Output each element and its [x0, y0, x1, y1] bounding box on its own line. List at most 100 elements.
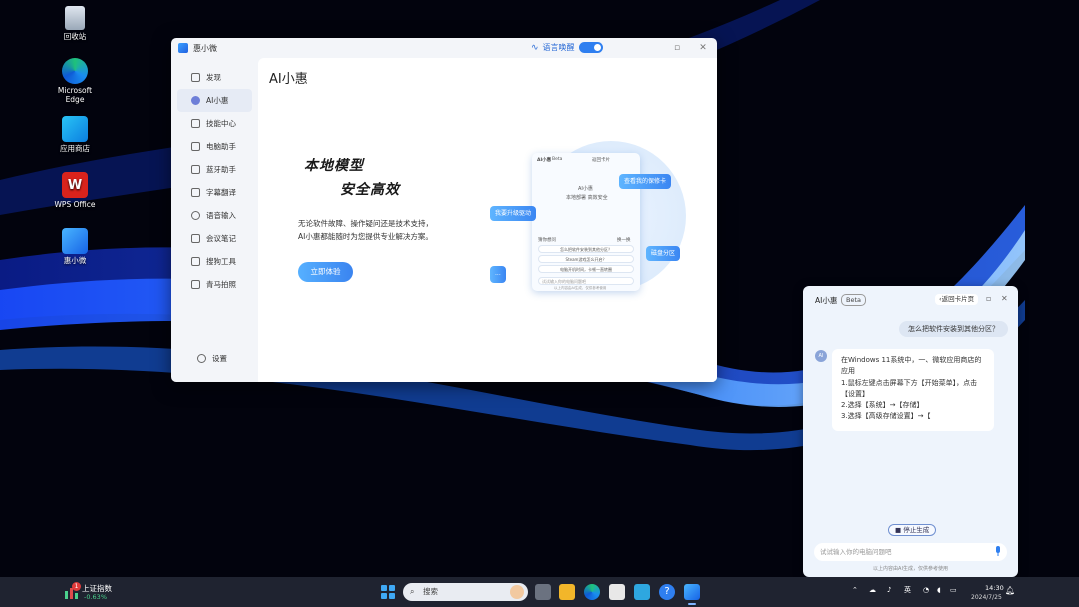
window-title: 惠小微: [193, 43, 217, 53]
bluetooth-icon: [191, 165, 200, 174]
stock-change: -0.63%: [84, 593, 107, 601]
illustration-footer: 以上内容由AI生成，仅供参考使用: [554, 286, 607, 290]
computer-icon: [191, 142, 200, 151]
sidebar-item-label: 青马拍照: [206, 280, 236, 289]
language-wake-toggle[interactable]: [578, 42, 603, 53]
battery-icon[interactable]: ▭: [950, 586, 957, 594]
desktop-icon-recycle-bin[interactable]: 回收站: [51, 6, 99, 41]
sidebar-item-ai[interactable]: AI小惠: [177, 89, 252, 112]
chat-panel-title: AI小惠: [815, 296, 838, 305]
app-icon[interactable]: [634, 584, 650, 600]
language-wake-control: ∿ 语言唤醒: [531, 42, 603, 53]
desktop-icon-label: 回收站: [63, 32, 87, 41]
sidebar-item-notes[interactable]: 会议笔记: [177, 227, 252, 250]
chat-input[interactable]: 试试输入你的电脑问题吧: [814, 543, 1007, 561]
answer-line: 应用: [841, 367, 855, 376]
illustration-recommend-label: 猜你想问: [538, 238, 556, 243]
huixiaowei-taskbar-icon[interactable]: [684, 584, 700, 600]
desktop-icon-edge[interactable]: Microsoft Edge: [51, 58, 99, 104]
main-content: AI小惠 本地模型 安全高效 无论软件故障、操作疑问还是技术支持， AI小惠都能…: [258, 58, 717, 382]
settings-label: 设置: [212, 354, 227, 363]
search-placeholder: 搜索: [423, 587, 438, 596]
notes-icon: [191, 234, 200, 243]
ai-avatar: AI: [815, 350, 827, 362]
start-button[interactable]: [381, 585, 395, 599]
maximize-icon[interactable]: ▫: [671, 42, 683, 54]
sidebar-item-tools[interactable]: 搜狗工具: [177, 250, 252, 273]
taskbar: 1 上证指数 -0.63% ⌕ 搜索 ? ⌃ ☁ ♪ 英 ◔ ◖ ▭ 14:30…: [0, 577, 1079, 607]
microphone-icon[interactable]: ♪: [887, 586, 891, 594]
sidebar-item-label: AI小惠: [206, 96, 229, 105]
hero-description-line1: 无论软件故障、操作疑问还是技术支持，: [298, 219, 433, 228]
sidebar-item-discover[interactable]: 发现: [177, 66, 252, 89]
sidebar-item-skills[interactable]: 技能中心: [177, 112, 252, 135]
back-to-cards-button[interactable]: ‹返回卡片页: [935, 294, 979, 305]
chat-input-placeholder: 试试输入你的电脑问题吧: [820, 548, 892, 556]
stop-icon: ■: [895, 526, 902, 534]
desktop-icon-wps[interactable]: W WPS Office: [51, 172, 99, 209]
illustration-suggestion: 怎么把软件安装到其他分区？: [538, 245, 634, 253]
app-logo-icon: [178, 43, 188, 53]
illustration-panel-subheading: 本地部署 高效安全: [566, 195, 608, 201]
answer-line: 在Windows 11系统中，一、微软应用商店的: [841, 356, 982, 364]
sidebar-item-label: 字幕翻译: [206, 188, 236, 197]
skills-icon: [191, 119, 200, 128]
minimize-panel-icon[interactable]: ▫: [986, 294, 991, 303]
desktop-icon-huixiaowei[interactable]: 惠小微: [51, 228, 99, 265]
chat-panel-footer: 以上内容由AI生成，仅供参考使用: [873, 566, 948, 572]
sidebar-item-bluetooth[interactable]: 蓝牙助手: [177, 158, 252, 181]
stop-generating-button[interactable]: ■ 停止生成: [888, 524, 937, 536]
taskbar-search[interactable]: ⌕ 搜索: [403, 583, 528, 601]
file-explorer-icon[interactable]: [559, 584, 575, 600]
cloud-icon[interactable]: ☁: [869, 586, 876, 594]
close-icon[interactable]: ✕: [1001, 294, 1008, 303]
desktop-icon-label: 惠小微: [63, 256, 87, 265]
volume-icon[interactable]: ◖: [937, 586, 941, 594]
stop-generating-label: 停止生成: [903, 526, 930, 534]
notification-bell-icon[interactable]: 🔔︎: [1005, 586, 1015, 595]
try-now-button[interactable]: 立即体验: [298, 262, 353, 282]
clock-date[interactable]: 2024/7/25: [971, 594, 1002, 601]
hero-heading-line1: 本地模型: [304, 158, 364, 174]
windows-logo-icon: [381, 585, 387, 592]
answer-line: 2.选择【系统】→【存储】: [841, 401, 924, 410]
sidebar-item-voice[interactable]: 语音输入: [177, 204, 252, 227]
store-icon[interactable]: [609, 584, 625, 600]
desktop-icon-store[interactable]: 应用商店: [51, 116, 99, 153]
window-titlebar[interactable]: 惠小微 ∿ 语言唤醒 ▫ ✕: [171, 38, 717, 58]
active-app-indicator: [688, 603, 696, 605]
sidebar-item-subtitle[interactable]: 字幕翻译: [177, 181, 252, 204]
illustration-panel-title: AI小惠: [537, 158, 552, 163]
ime-label[interactable]: 英: [904, 585, 911, 595]
subtitle-icon: [191, 188, 200, 197]
illustration-tag-more: ...: [490, 266, 506, 283]
camera-icon: [191, 280, 200, 289]
sidebar-item-computer[interactable]: 电脑助手: [177, 135, 252, 158]
edge-icon[interactable]: [584, 584, 600, 600]
help-icon[interactable]: ?: [659, 584, 675, 600]
microphone-icon[interactable]: [995, 546, 1001, 557]
sidebar-item-label: 电脑助手: [206, 142, 236, 151]
illustration-panel-tag: Beta: [552, 157, 563, 162]
discover-icon: [191, 73, 200, 82]
sidebar-item-label: 搜狗工具: [206, 257, 236, 266]
desktop-icon-label: Microsoft Edge: [57, 86, 93, 104]
chevron-up-icon[interactable]: ⌃: [852, 586, 858, 594]
task-view-icon[interactable]: [535, 584, 551, 600]
close-icon[interactable]: ✕: [697, 42, 709, 54]
wifi-icon[interactable]: ◔: [923, 586, 929, 594]
tools-icon: [191, 257, 200, 266]
hero-heading-line2: 安全高效: [340, 182, 400, 198]
ai-chat-panel: AI小惠 Beta ‹返回卡片页 ▫ ✕ 怎么把软件安装到其他分区？ AI 在W…: [803, 286, 1018, 577]
answer-line: 3.选择【高级存储设置】→【: [841, 412, 931, 421]
clock-time[interactable]: 14:30: [985, 584, 1004, 592]
sidebar-item-camera[interactable]: 青马拍照: [177, 273, 252, 296]
stock-badge: 1: [72, 582, 81, 591]
settings-button[interactable]: 设置: [183, 347, 227, 370]
desktop-icon-label: 应用商店: [60, 144, 90, 153]
chat-panel-header: AI小惠 Beta ‹返回卡片页 ▫ ✕: [803, 286, 1018, 312]
sidebar-item-label: 蓝牙助手: [206, 165, 236, 174]
voice-icon: [191, 211, 200, 220]
back-to-cards-label: 返回卡片页: [941, 295, 975, 303]
illustration-panel-heading: AI小惠: [578, 186, 593, 192]
